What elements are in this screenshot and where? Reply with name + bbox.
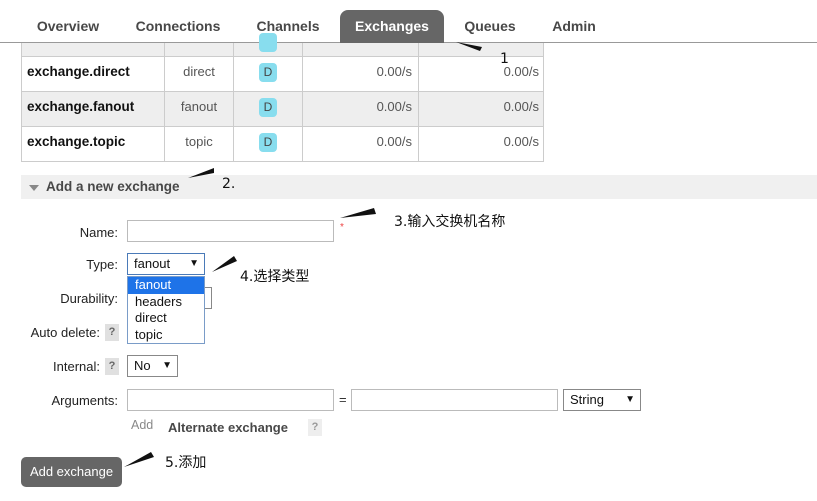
annotation-note-1: 1 bbox=[500, 51, 509, 67]
annotation-arrow-2 bbox=[188, 168, 214, 178]
annotation-note-4: 4.选择类型 bbox=[240, 269, 310, 285]
annotation-arrow-3 bbox=[340, 208, 376, 218]
annotation-arrow-5 bbox=[124, 452, 154, 467]
annotation-arrow-1 bbox=[456, 42, 482, 51]
annotation-note-3: 3.输入交换机名称 bbox=[394, 214, 506, 230]
annotation-arrow-4 bbox=[212, 256, 237, 272]
annotation-note-2: 2. bbox=[222, 176, 236, 192]
annotation-arrows bbox=[124, 42, 482, 467]
annotation-note-5: 5.添加 bbox=[165, 455, 207, 471]
